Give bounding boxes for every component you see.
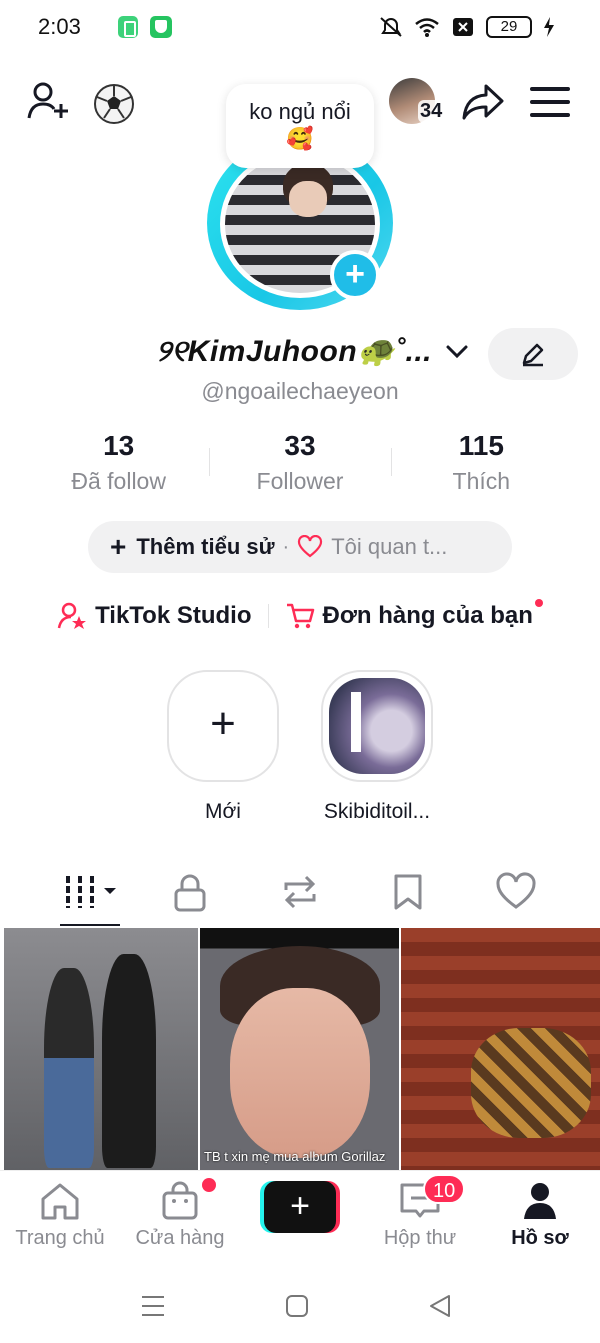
tab-liked-heart-icon[interactable]	[494, 872, 538, 912]
shop-notification-dot	[202, 1178, 216, 1192]
plus-icon: +	[110, 531, 127, 562]
create-button[interactable]: +	[260, 1181, 340, 1233]
nav-home-label: Trang chủ	[15, 1227, 105, 1249]
cart-icon	[286, 603, 314, 629]
edit-profile-button[interactable]	[488, 328, 578, 380]
video-thumbnail[interactable]	[4, 928, 198, 1182]
status-icons: 29	[378, 14, 556, 40]
highlight-cover	[329, 678, 425, 774]
note-emoji: 🥰	[286, 126, 314, 151]
stat-value: 13	[103, 430, 135, 461]
studio-person-star-icon	[57, 602, 87, 629]
home-icon	[41, 1183, 79, 1220]
wifi-icon	[415, 18, 439, 37]
video-grid: TB t xin mẹ mua album Gorillaz	[0, 928, 600, 1182]
chevron-down-icon[interactable]	[444, 339, 470, 365]
mute-icon	[380, 17, 402, 37]
heart-outline-icon	[298, 535, 323, 558]
shopping-bag-icon	[162, 1181, 198, 1220]
nav-profile-label: Hồ sơ	[511, 1227, 569, 1249]
interests-label: Tôi quan t...	[331, 534, 448, 559]
note-bubble[interactable]: ko ngủ nổi 🥰	[226, 84, 374, 168]
add-story-button[interactable]: +	[330, 250, 380, 300]
notification-dot	[534, 599, 543, 607]
back-icon[interactable]	[428, 1294, 452, 1318]
stat-label: Đã follow	[71, 468, 166, 494]
orders-label: Đơn hàng của bạn	[322, 602, 533, 629]
divider	[267, 604, 269, 628]
video-thumbnail[interactable]: TB t xin mẹ mua album Gorillaz	[200, 928, 399, 1182]
tiktok-studio-label: TikTok Studio	[95, 602, 252, 629]
stat-followers[interactable]: 33 Follower	[209, 430, 390, 500]
home-button-icon[interactable]	[285, 1294, 309, 1318]
tab-private-lock-icon[interactable]	[168, 872, 212, 912]
battery-indicator: 29	[486, 16, 532, 38]
recent-apps-icon[interactable]	[140, 1294, 166, 1318]
highlight-skibiditoilet[interactable]	[321, 670, 433, 782]
no-sim-icon	[453, 18, 473, 36]
plus-icon: +	[264, 1181, 336, 1233]
bottom-nav: Trang chủ Cửa hàng + Hộp thư Hồ sơ	[0, 1170, 600, 1256]
friends-count: 34	[418, 100, 445, 123]
nav-shop-label: Cửa hàng	[135, 1227, 225, 1249]
nav-inbox-label: Hộp thư	[383, 1227, 457, 1249]
links-row: TikTok Studio Đơn hàng của bạn	[0, 596, 600, 636]
stat-value: 115	[458, 430, 504, 461]
status-bar: 2:03 29	[0, 0, 600, 56]
bio-separator: ·	[282, 535, 290, 558]
stat-following[interactable]: 13 Đã follow	[28, 430, 209, 500]
display-name: ୨୧KimJuhoon🐢˚...	[156, 335, 432, 368]
thumb-face	[230, 988, 370, 1158]
orders-link[interactable]: Đơn hàng của bạn	[285, 599, 543, 631]
system-navigation	[0, 1280, 600, 1330]
thumb-blanket	[471, 1028, 591, 1138]
tab-videos-grid-icon[interactable]	[62, 872, 120, 912]
nav-profile[interactable]: Hồ sơ	[480, 1181, 600, 1250]
content-tabs	[0, 866, 600, 920]
note-text: ko ngủ nổi	[249, 99, 351, 124]
inbox-badge: 10	[423, 1174, 466, 1204]
tiktok-studio-link[interactable]: TikTok Studio	[57, 601, 252, 631]
active-tab-indicator	[60, 924, 120, 926]
shield-app-icon	[150, 16, 172, 38]
tab-saved-bookmark-icon[interactable]	[386, 872, 430, 912]
tab-repost-icon[interactable]	[278, 872, 322, 912]
plus-icon: +	[210, 699, 236, 748]
bio-pill[interactable]: + Thêm tiểu sử · Tôi quan t...	[88, 521, 512, 573]
video-caption: TB t xin mẹ mua album Gorillaz	[204, 1149, 386, 1164]
stat-label: Follower	[256, 468, 344, 494]
add-friend-icon[interactable]	[26, 80, 72, 124]
nav-home[interactable]: Trang chủ	[0, 1181, 120, 1250]
share-icon[interactable]	[460, 80, 506, 124]
soccer-ball-icon[interactable]	[92, 82, 136, 126]
highlight-label: Mới	[205, 800, 241, 823]
video-thumbnail[interactable]	[401, 928, 600, 1182]
battery-app-icon	[118, 16, 138, 38]
status-time: 2:03	[38, 14, 81, 39]
stat-label: Thích	[452, 468, 511, 494]
highlight-label: Skibiditoil...	[323, 800, 431, 823]
profile-stats: 13 Đã follow 33 Follower 115 Thích	[28, 430, 572, 500]
username: @ngoailechaeyeon	[201, 378, 399, 404]
charging-icon	[544, 17, 554, 37]
stat-likes[interactable]: 115 Thích	[390, 430, 572, 500]
stat-value: 33	[284, 430, 316, 461]
profile-person-icon	[524, 1183, 556, 1219]
display-name-row[interactable]: ୨୧KimJuhoon🐢˚...	[0, 334, 470, 369]
nav-shop[interactable]: Cửa hàng	[120, 1181, 240, 1250]
add-bio-label: Thêm tiểu sử	[136, 534, 275, 559]
menu-icon[interactable]	[530, 84, 570, 120]
new-highlight-button[interactable]: +	[167, 670, 279, 782]
pencil-icon	[522, 343, 544, 367]
